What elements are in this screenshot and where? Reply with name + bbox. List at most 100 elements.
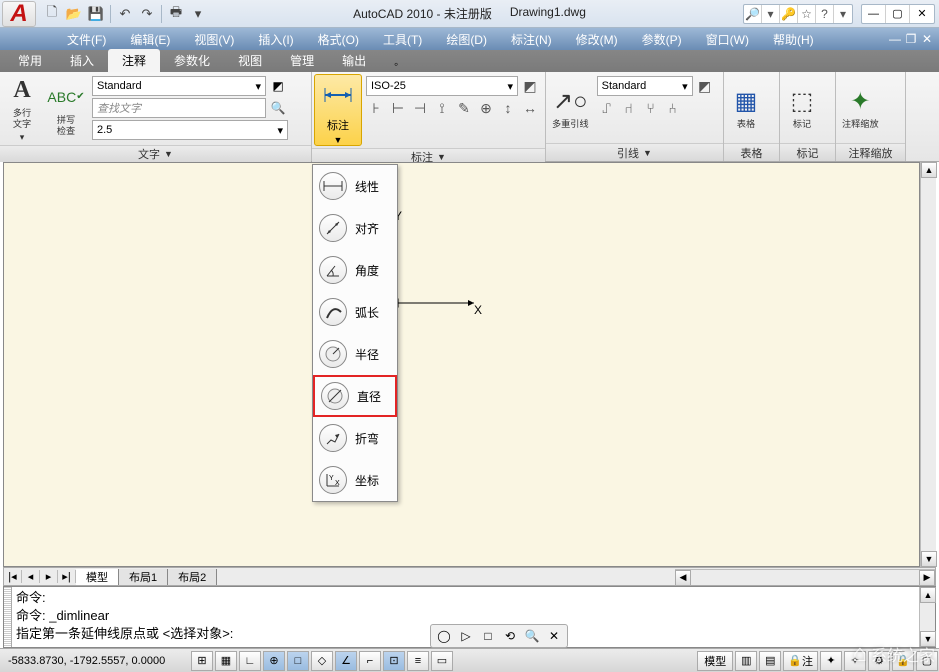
hscroll-left-icon[interactable]: ◀ (675, 570, 691, 586)
annoscale-status-icon[interactable]: 🔒注 (783, 651, 818, 671)
maximize-button[interactable]: ▢ (886, 5, 910, 23)
save-icon[interactable]: 💾 (86, 4, 106, 24)
find-text-icon[interactable]: 🔍 (268, 98, 288, 118)
mtext-button[interactable]: A 多行 文字 ▾ (0, 72, 44, 145)
text-height-dropdown[interactable]: 2.5▾ (92, 120, 288, 140)
dim-linear-item[interactable]: 线性 (313, 165, 397, 207)
menu-format[interactable]: 格式(O) (306, 29, 371, 50)
menu-edit[interactable]: 编辑(E) (118, 29, 182, 50)
rtab-manage[interactable]: 管理 (276, 49, 328, 72)
coordinates-display[interactable]: -5833.8730, -1792.5557, 0.0000 (0, 655, 190, 667)
snap-toggle[interactable]: ⊞ (191, 651, 213, 671)
app-logo[interactable]: A (2, 1, 36, 27)
help-icon[interactable]: ? (816, 5, 834, 23)
scroll-up-icon[interactable]: ▲ (921, 162, 937, 178)
tab-layout1[interactable]: 布局1 (119, 569, 168, 585)
dim-tool1-icon[interactable]: ⊦ (366, 98, 386, 118)
infocenter[interactable]: 🔎 ▾ 🔑 ☆ ? ▾ (743, 4, 853, 24)
menu-parametric[interactable]: 参数(P) (630, 29, 694, 50)
rtab-output[interactable]: 输出 (328, 49, 380, 72)
rtab-view[interactable]: 视图 (224, 49, 276, 72)
tab-nav-last[interactable]: ▸| (58, 570, 76, 583)
menu-help[interactable]: 帮助(H) (761, 29, 826, 50)
rtab-annotate[interactable]: 注释 (108, 49, 160, 72)
menu-draw[interactable]: 绘图(D) (434, 29, 499, 50)
layout-quick2-icon[interactable]: ▤ (759, 651, 781, 671)
tab-layout2[interactable]: 布局2 (168, 569, 217, 585)
ducs-toggle[interactable]: ⌐ (359, 651, 381, 671)
menu-view[interactable]: 视图(V) (182, 29, 246, 50)
dim-style-manage-icon[interactable]: ◩ (520, 76, 540, 96)
scroll-down-icon[interactable]: ▼ (921, 551, 937, 567)
undo-icon[interactable]: ↶ (115, 4, 135, 24)
vertical-scrollbar[interactable]: ▲ ▼ (920, 162, 936, 567)
open-icon[interactable]: 📂 (64, 4, 84, 24)
lwt-toggle[interactable]: ≡ (407, 651, 429, 671)
dim-tool5-icon[interactable]: ✎ (454, 98, 474, 118)
tab-model[interactable]: 模型 (76, 569, 119, 585)
layout-quick-icon[interactable]: ▥ (735, 651, 757, 671)
annoscale-button[interactable]: ✦ 注释缩放 (836, 72, 885, 143)
nav-stop-icon[interactable]: □ (479, 627, 497, 645)
menu-tools[interactable]: 工具(T) (371, 29, 434, 50)
panel-text-title[interactable]: 文字▼ (0, 145, 311, 162)
tab-nav-first[interactable]: |◂ (4, 570, 22, 583)
find-text-input[interactable]: 查找文字 (92, 98, 266, 118)
minimize-button[interactable]: — (862, 5, 886, 23)
menu-file[interactable]: 文件(F) (55, 29, 118, 50)
nav-close-icon[interactable]: ✕ (545, 627, 563, 645)
3dosnap-toggle[interactable]: ◇ (311, 651, 333, 671)
drawing-canvas[interactable]: Y X (3, 162, 920, 567)
leader-style-manage-icon[interactable]: ◩ (695, 76, 715, 96)
leader-tool2-icon[interactable]: ⑁ (619, 98, 639, 118)
dim-tool6-icon[interactable]: ⊕ (476, 98, 496, 118)
nav-zoom-icon[interactable]: 🔍 (523, 627, 541, 645)
dim-angular-item[interactable]: 角度 (313, 249, 397, 291)
dim-style-dropdown[interactable]: ISO-25▾ (366, 76, 518, 96)
cmd-scrollbar[interactable]: ▲ ▼ (919, 587, 935, 647)
panel-table-title[interactable]: 表格 (724, 143, 779, 161)
dim-tool2-icon[interactable]: ⊢ (388, 98, 408, 118)
spellcheck-button[interactable]: ABC✔ 拼写 检查 (44, 72, 88, 145)
panel-markup-title[interactable]: 标记 (780, 143, 835, 161)
leader-tool4-icon[interactable]: ⑃ (663, 98, 683, 118)
dimension-split-button[interactable]: 标注 ▼ (314, 74, 362, 146)
ortho-toggle[interactable]: ∟ (239, 651, 261, 671)
menu-modify[interactable]: 修改(M) (564, 29, 630, 50)
new-icon[interactable]: 🗋 (42, 4, 62, 24)
print-icon[interactable]: 🖶 (166, 4, 186, 24)
menu-window[interactable]: 窗口(W) (694, 29, 761, 50)
nav-rec-icon[interactable]: ◯ (435, 627, 453, 645)
tab-nav-prev[interactable]: ◂ (22, 570, 40, 583)
dyn-toggle[interactable]: ⊡ (383, 651, 405, 671)
dim-tool3-icon[interactable]: ⊣ (410, 98, 430, 118)
model-space-button[interactable]: 模型 (697, 651, 733, 671)
menu-insert[interactable]: 插入(I) (246, 29, 305, 50)
dim-radius-item[interactable]: 半径 (313, 333, 397, 375)
key-icon[interactable]: 🔑 (780, 5, 798, 23)
doc-close-button[interactable]: ✕ (919, 32, 935, 46)
annovisibility-icon[interactable]: ✦ (820, 651, 842, 671)
dim-ordinate-item[interactable]: YX坐标 (313, 459, 397, 501)
leader-tool1-icon[interactable]: ⑀ (597, 98, 617, 118)
nav-orbit-icon[interactable]: ⟲ (501, 627, 519, 645)
star-icon[interactable]: ☆ (798, 5, 816, 23)
panel-annoscale-title[interactable]: 注释缩放 (836, 143, 905, 161)
cmd-scroll-up-icon[interactable]: ▲ (920, 587, 936, 603)
menu-dimension[interactable]: 标注(N) (499, 29, 564, 50)
dim-jogged-item[interactable]: 折弯 (313, 417, 397, 459)
leader-style-dropdown[interactable]: Standard▾ (597, 76, 693, 96)
mleader-button[interactable]: ↗○ 多重引线 (546, 72, 595, 143)
leader-tool3-icon[interactable]: ⑂ (641, 98, 661, 118)
markup-button[interactable]: ⬚ 标记 (780, 72, 824, 143)
otrack-toggle[interactable]: ∠ (335, 651, 357, 671)
hscroll-right-icon[interactable]: ▶ (919, 570, 935, 586)
rtab-extra-icon[interactable]: ◦ (386, 56, 406, 72)
close-button[interactable]: ✕ (910, 5, 934, 23)
cmd-grip-icon[interactable] (4, 587, 12, 647)
doc-restore-button[interactable]: ❐ (903, 32, 919, 46)
rtab-parametric[interactable]: 参数化 (160, 49, 224, 72)
nav-play-icon[interactable]: ▷ (457, 627, 475, 645)
dim-diameter-item[interactable]: 直径 (313, 375, 397, 417)
qp-toggle[interactable]: ▭ (431, 651, 453, 671)
